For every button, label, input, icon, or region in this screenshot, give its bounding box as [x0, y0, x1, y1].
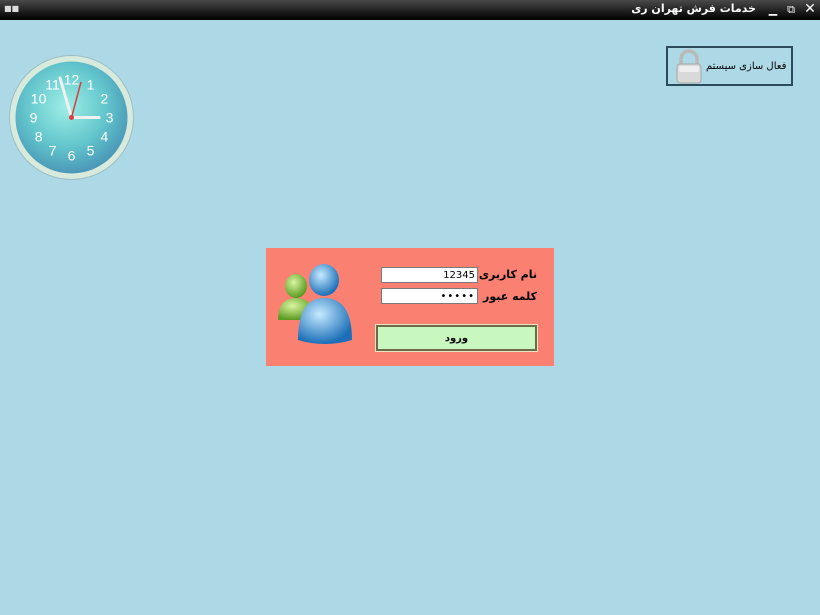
lock-icon — [676, 49, 702, 84]
minimize-icon[interactable]: ▁ — [767, 2, 779, 17]
title-bar: ■■ خدمات فرش تهران ری ▁ ⧉ ✕ — [0, 0, 820, 20]
clock-number: 12 — [64, 72, 80, 88]
clock-number: 4 — [101, 129, 109, 145]
analog-clock: 12 12 3 45678 9 1011 — [9, 55, 134, 180]
app-icon[interactable]: ■■ — [4, 4, 19, 13]
clock-number: 7 — [49, 142, 57, 158]
window-title: خدمات فرش تهران ری — [631, 2, 756, 15]
clock-number: 3 — [106, 110, 114, 126]
username-label: نام کاربری — [478, 268, 537, 281]
activate-system-label: فعال سازی سیستم — [706, 61, 787, 72]
close-icon[interactable]: ✕ — [803, 2, 817, 17]
clock-number: 2 — [101, 91, 109, 107]
clock-number: 5 — [87, 142, 95, 158]
clock-number: 10 — [31, 91, 47, 107]
password-label: کلمه عبور — [483, 290, 537, 303]
password-field[interactable] — [381, 288, 478, 304]
clock-number: 8 — [35, 129, 43, 145]
login-panel: نام کاربری کلمه عبور ورود — [266, 248, 554, 366]
users-icon — [278, 264, 352, 344]
username-field[interactable] — [381, 267, 478, 283]
clock-number: 9 — [30, 110, 38, 126]
clock-number: 11 — [45, 77, 60, 93]
clock-center — [69, 115, 74, 120]
clock-number: 6 — [68, 148, 76, 164]
activate-system-button[interactable]: فعال سازی سیستم — [666, 46, 793, 86]
clock-number: 1 — [87, 77, 95, 93]
restore-icon[interactable]: ⧉ — [784, 2, 798, 17]
login-button[interactable]: ورود — [375, 324, 538, 352]
